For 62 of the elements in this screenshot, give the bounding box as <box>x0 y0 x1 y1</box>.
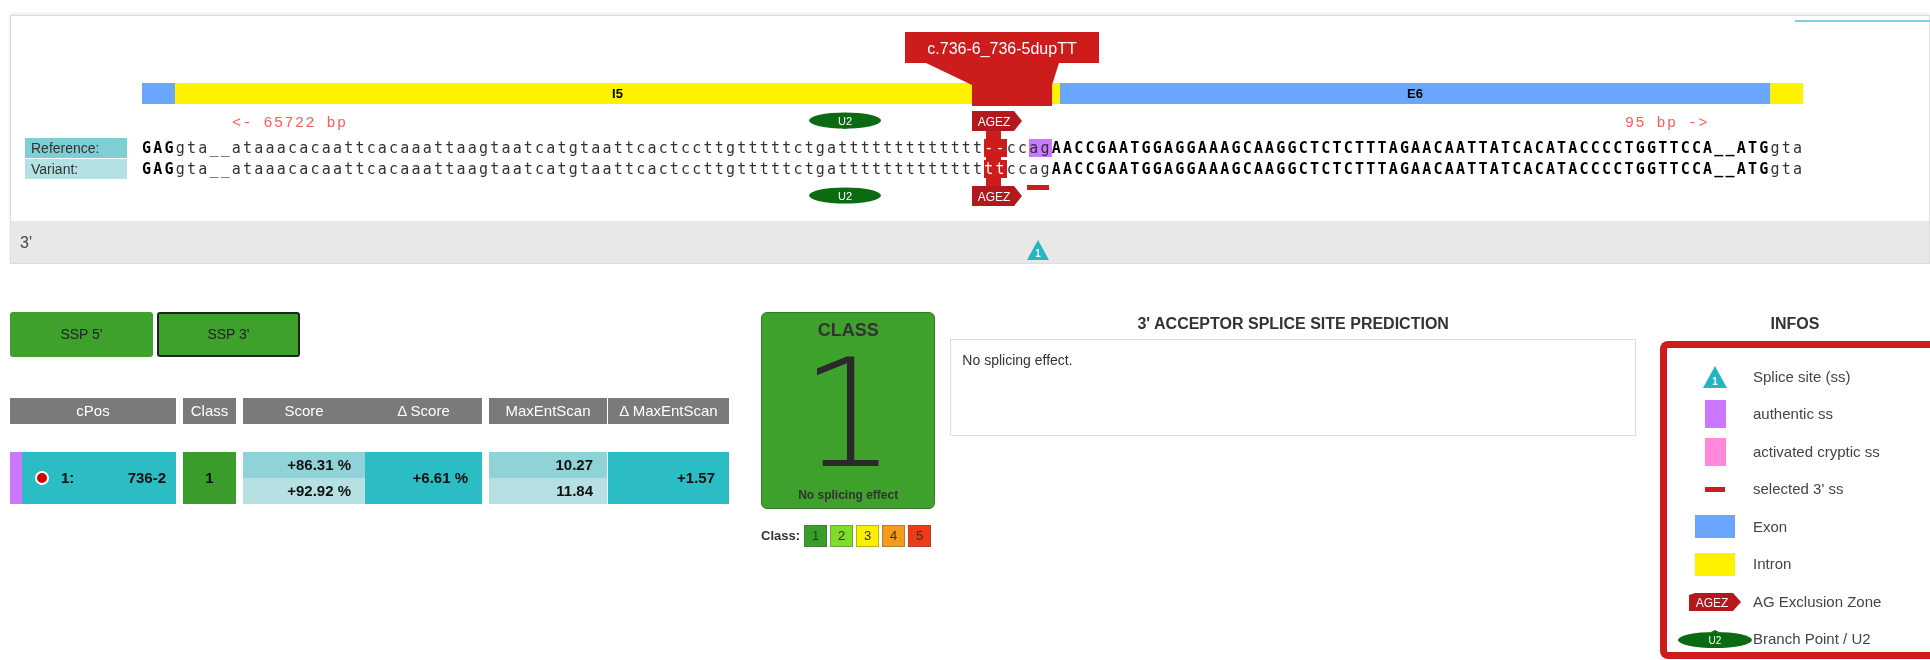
branch-point-icon: U2 <box>1678 630 1752 649</box>
position-cell[interactable]: 1: 736-2 <box>10 452 176 504</box>
position-value: 736-2 <box>127 467 166 488</box>
section-title: 3' ACCEPTOR SPLICE SITE PREDICTION <box>1137 315 1449 332</box>
class-swatch: 2 <box>830 525 854 547</box>
ssp-button[interactable]: SSP 5' <box>10 312 153 357</box>
region-label: I5 <box>612 84 623 103</box>
splice-site-icon: 1 <box>1027 240 1049 260</box>
legend-label: activated cryptic ss <box>1753 441 1880 462</box>
cryptic-site-icon <box>1704 437 1726 466</box>
delta-cell: +1.57 <box>608 452 729 504</box>
selected-site-icon <box>1705 486 1725 492</box>
strand-label: 3' <box>20 233 32 253</box>
legend-label: Branch Point / U2 <box>1753 629 1871 649</box>
legend-label: Exon <box>1753 516 1788 537</box>
class-swatch: 4 <box>882 525 906 547</box>
section-title: INFOS <box>1770 315 1820 332</box>
legend-label: Intron <box>1753 554 1792 574</box>
agez-icon: AGEZ <box>1689 592 1741 611</box>
prediction-text: No splicing effect. <box>962 352 1073 368</box>
region-label: E6 <box>1407 84 1423 103</box>
column-header: cPos <box>10 398 176 424</box>
distance-label: 95 bp -> <box>1625 115 1709 133</box>
branch-point-marker: U2 <box>809 187 882 204</box>
exon-swatch <box>1695 515 1735 539</box>
legend-label: authentic ss <box>1753 404 1834 424</box>
column-header: Score <box>243 398 365 424</box>
column-header: MaxEntScan <box>489 398 607 424</box>
sequence-text: GAGgta__ataaacacaattcacaaattaagtaatcatgtaattcactccttgtttttctgattttttttttttt tt ccag AACCGAATGGAGGAAAGCAAGGCTCTCTTTAGAACAATTATCACATACCCCTGGTTCCA__ATGgta <box>142 159 1805 179</box>
class-swatch: 5 <box>908 525 932 547</box>
agez-marker: AGEZ <box>972 186 1022 206</box>
score-cell: 10.27 <box>489 452 607 478</box>
column-header: Δ MaxEntScan <box>608 398 729 424</box>
class-caption: No splicing effect <box>798 487 899 504</box>
scale-label: Class: <box>761 527 801 546</box>
variant-callout: c.736-6_736-5dupTT <box>905 32 1099 106</box>
splice-site-icon: 1 <box>1703 365 1727 388</box>
delta-cell: +6.61 % <box>365 452 482 504</box>
score-cell: 11.84 <box>489 478 607 504</box>
ssp-button[interactable]: SSP 3' <box>157 312 300 357</box>
class-title: CLASS <box>817 319 879 342</box>
class-swatch: 3 <box>856 525 880 547</box>
class-cell: 1 <box>183 452 236 504</box>
sequence-label: Reference: <box>25 138 127 158</box>
distance-label: <- 65722 bp <box>232 115 348 133</box>
legend-label: Splice site (ss) <box>1753 366 1851 387</box>
authentic-site-icon <box>1704 400 1726 429</box>
intron-swatch <box>1695 552 1735 576</box>
sequence-label: Variant: <box>25 159 127 179</box>
legend-label: AG Exclusion Zone <box>1753 591 1882 612</box>
class-swatch: 1 <box>804 525 828 547</box>
class-value: 1 <box>800 344 896 484</box>
column-header: Δ Score <box>365 398 482 424</box>
selected-site-mark <box>1026 185 1050 190</box>
agez-marker: AGEZ <box>972 111 1022 131</box>
score-cell: +92.92 % <box>243 478 365 504</box>
score-cell: +86.31 % <box>243 452 365 478</box>
sequence-text: GAGgta__ataaacacaattcacaaattaagtaatcatgtaattcactccttgtttttctgattttttttttttt--cc ag AACCGAATGGAGGAAAGCAAGGCTCTCTTTAGAACAATTATCACATACCCCTGGTTCCA__ATGgta <box>142 138 1805 158</box>
row-index: 1: <box>61 467 75 488</box>
legend-label: selected 3' ss <box>1753 479 1844 499</box>
column-header: Class <box>183 398 236 424</box>
branch-point-marker: U2 <box>809 112 882 129</box>
